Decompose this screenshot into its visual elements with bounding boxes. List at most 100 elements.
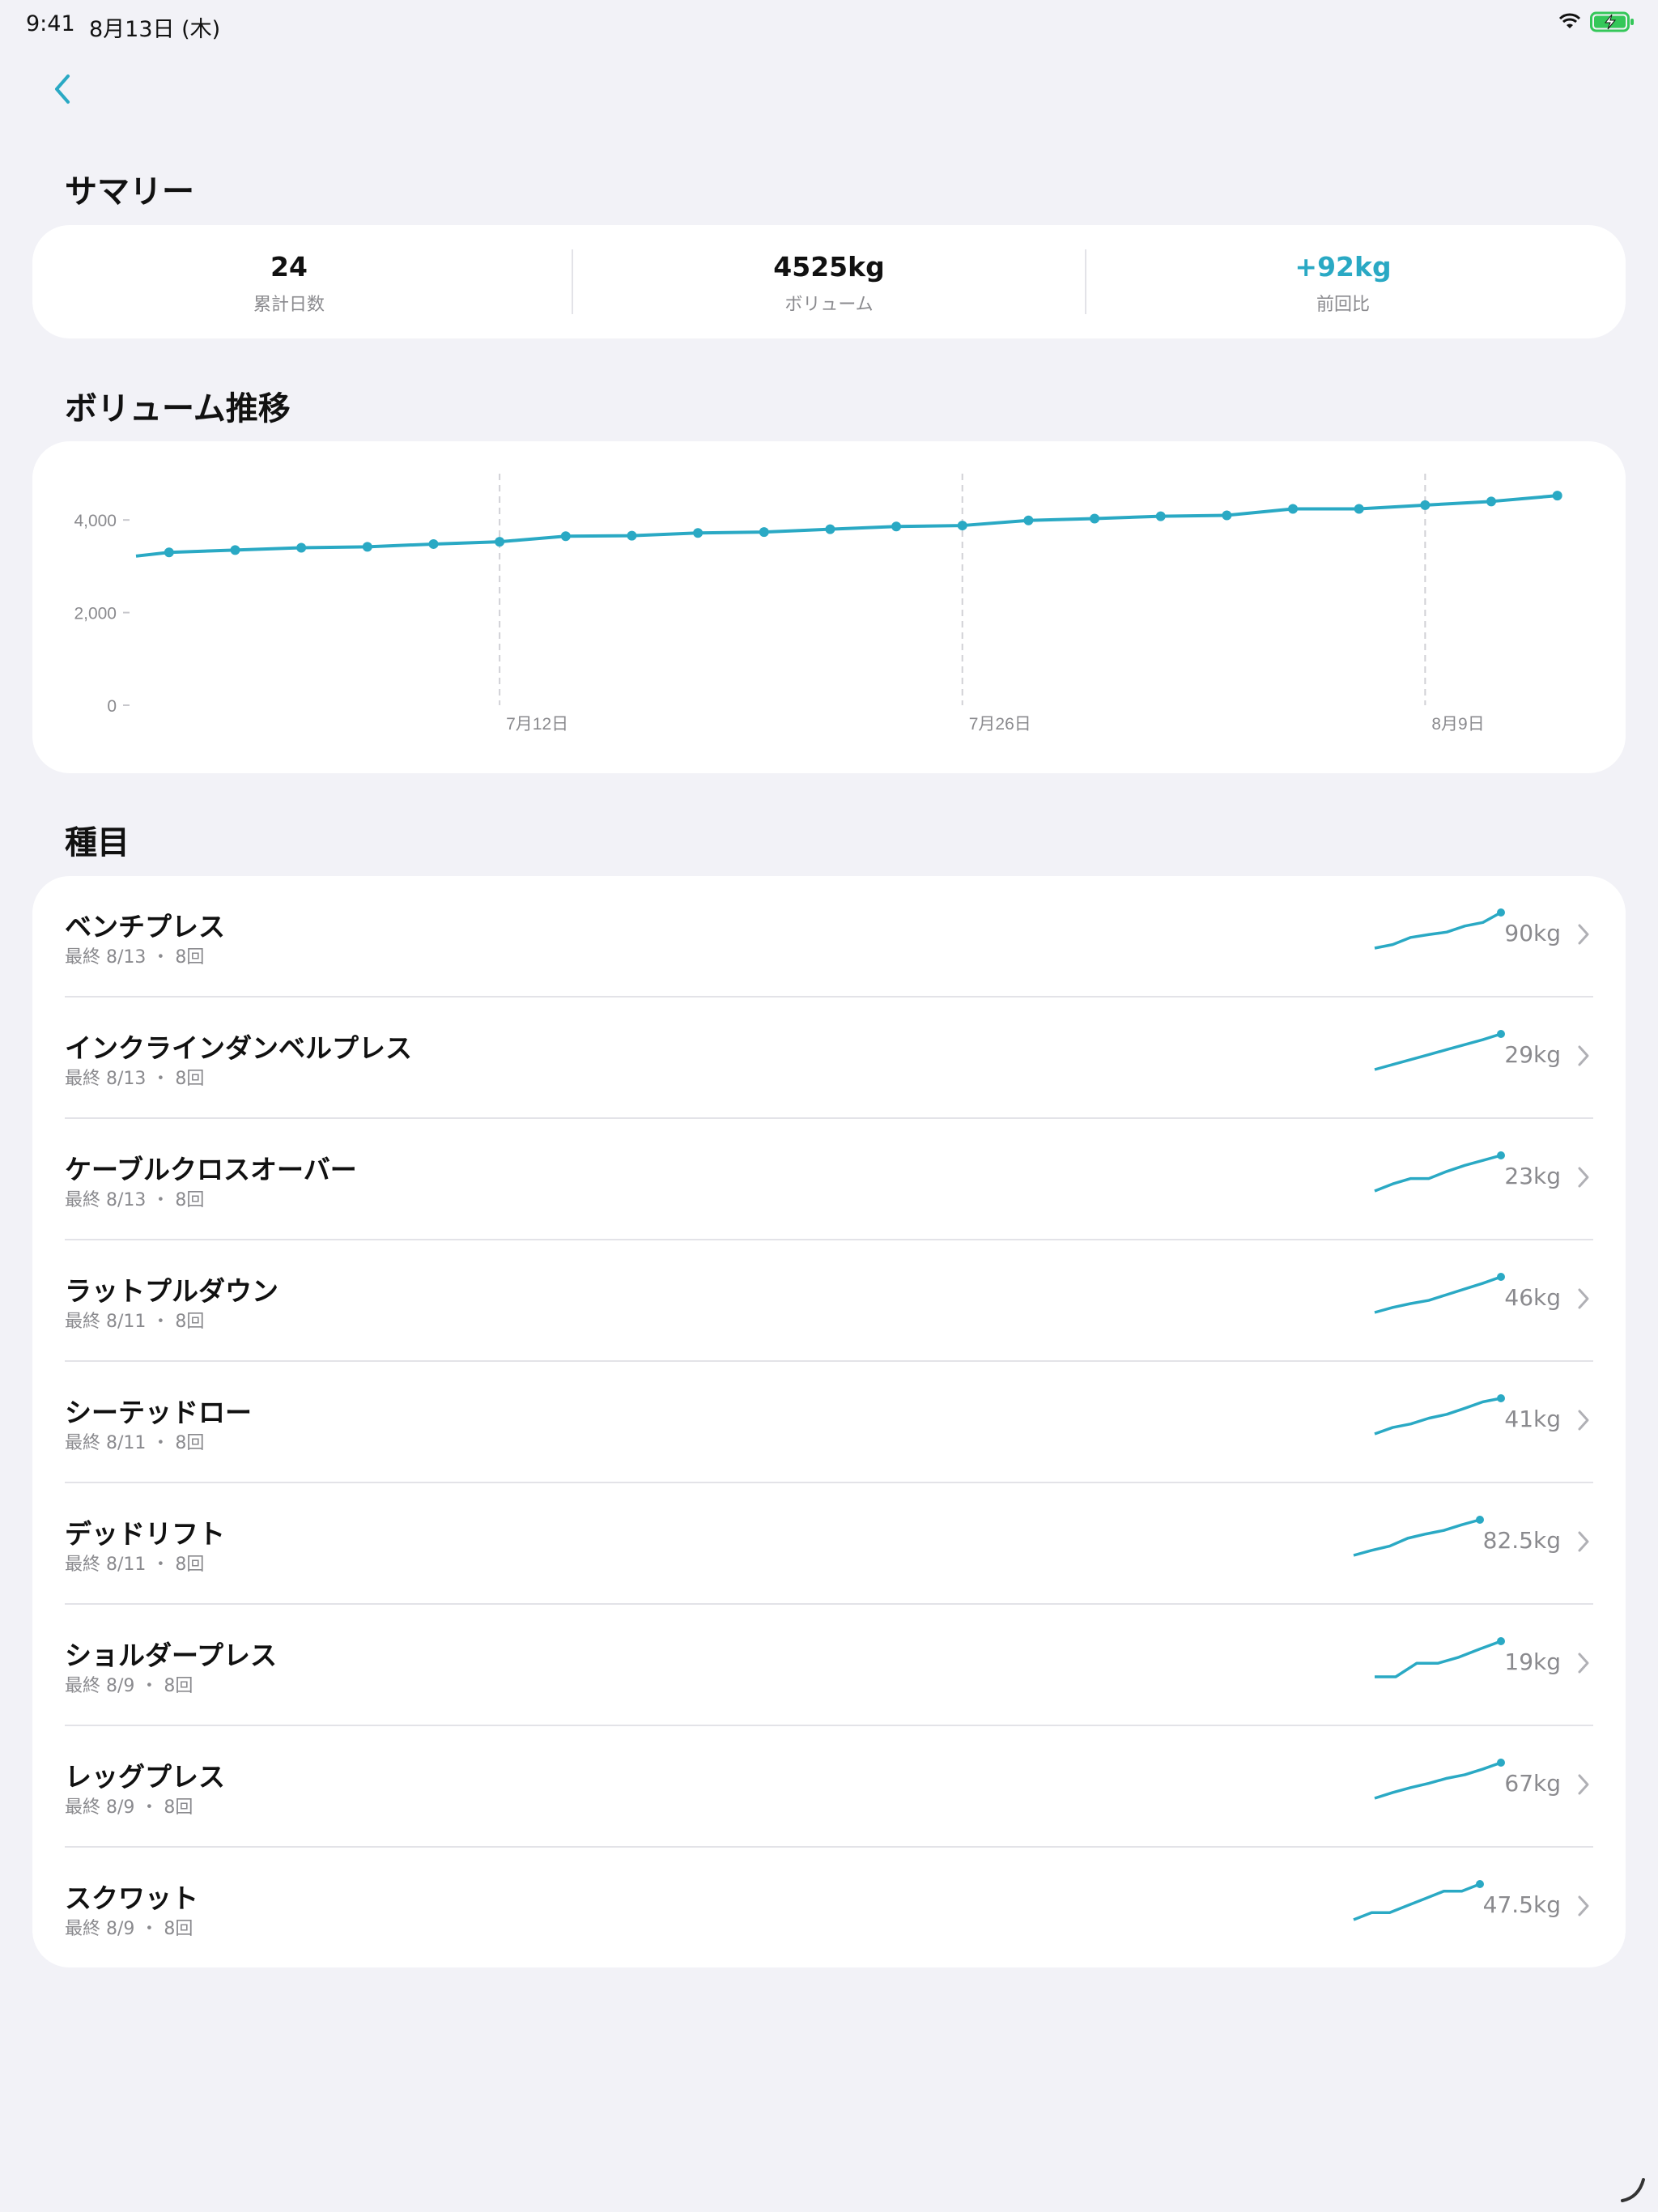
exercise-sparkline xyxy=(1375,1637,1505,1678)
sparkline-path xyxy=(1374,1154,1502,1193)
sparkline-endpoint xyxy=(1497,1759,1505,1767)
sparkline-endpoint xyxy=(1497,1030,1505,1038)
volume-data-point xyxy=(1288,504,1299,514)
exercise-weight: 19kg xyxy=(1504,1648,1561,1675)
volume-data-point xyxy=(891,521,902,532)
y-tick-label: 4,000 xyxy=(74,512,117,530)
battery-charging-icon xyxy=(1590,11,1634,32)
summary-volume: 4525kg ボリューム xyxy=(572,225,1086,338)
sparkline-path xyxy=(1353,1518,1481,1557)
volume-data-point xyxy=(825,524,835,534)
sparkline-endpoint xyxy=(1497,1394,1505,1402)
y-tick-label: 2,000 xyxy=(74,605,117,623)
exercise-name: シーテッドロー xyxy=(65,1397,252,1428)
exercise-name: ベンチプレス xyxy=(65,911,225,942)
exercise-row[interactable]: レッグプレス 最終 8/9 ・ 8回 67kg xyxy=(32,1726,1626,1848)
exercise-weight: 90kg xyxy=(1504,920,1561,946)
exercise-row[interactable]: シーテッドロー最終 8/11 ・ 8回 41kg xyxy=(32,1362,1626,1483)
exercise-sparkline xyxy=(1374,1030,1505,1071)
volume-data-point xyxy=(428,538,439,549)
exercise-name: レッグプレス xyxy=(65,1761,225,1793)
volume-data-point xyxy=(1155,511,1166,521)
summary-label: ボリューム xyxy=(784,295,874,315)
exercise-name: ケーブルクロスオーバー xyxy=(65,1154,357,1185)
exercise-row[interactable]: スクワット 最終 8/9 ・ 8回 47.5kg xyxy=(32,1848,1626,1969)
exercise-sparkline xyxy=(1353,1516,1484,1557)
summary-card: 24 累計日数 4525kg ボリューム +92kg 前回比 xyxy=(32,225,1626,338)
chevron-right-icon xyxy=(1578,1895,1589,1916)
exercise-name: インクラインダンベルプレス xyxy=(65,1032,412,1064)
exercise-name: スクワット xyxy=(65,1882,198,1914)
exercise-sparkline xyxy=(1374,1759,1505,1800)
sparkline-endpoint xyxy=(1497,1273,1505,1281)
volume-data-point xyxy=(957,521,967,531)
exercise-weight: 41kg xyxy=(1504,1406,1561,1432)
status-bar: 9:41 8月13日 (木) xyxy=(0,0,1658,52)
exercise-last-session: 最終 8/9 ・ 8回 xyxy=(65,1919,193,1939)
chevron-right-icon xyxy=(1578,1045,1589,1066)
sparkline-endpoint xyxy=(1476,1880,1484,1888)
exercise-sparkline xyxy=(1374,1151,1505,1193)
volume-title: ボリューム推移 xyxy=(65,390,291,428)
summary-label: 前回比 xyxy=(1316,295,1370,315)
exercise-row[interactable]: ベンチプレス最終 8/13 ・ 8回 90kg xyxy=(32,876,1626,998)
exercise-last-session: 最終 8/11 ・ 8回 xyxy=(65,1555,205,1575)
exercise-last-session: 最終 8/13 ・ 8回 xyxy=(65,1069,205,1089)
sparkline-endpoint xyxy=(1497,1151,1505,1159)
volume-data-point xyxy=(1420,500,1431,510)
exercise-sparkline xyxy=(1353,1880,1484,1921)
volume-data-point xyxy=(164,547,174,558)
sparkline-path xyxy=(1374,1275,1502,1314)
volume-data-point xyxy=(1090,513,1100,524)
status-date: 8月13日 (木) xyxy=(89,17,221,42)
volume-chart: 0 2,000 4,000 7月12日 7月26日 8月9日 xyxy=(74,474,1562,734)
exercise-sparkline xyxy=(1374,1273,1505,1314)
chevron-right-icon xyxy=(1578,1653,1589,1674)
chevron-right-icon xyxy=(1578,1531,1589,1552)
summary-value: 24 xyxy=(270,251,308,283)
sparkline-endpoint xyxy=(1497,908,1505,917)
x-tick-label: 8月9日 xyxy=(1431,715,1484,734)
exercise-last-session: 最終 8/11 ・ 8回 xyxy=(65,1312,205,1332)
x-tick-label: 7月26日 xyxy=(969,715,1031,734)
exercise-list: ベンチプレス 最終 8/13 ・ 8回 90kg インクラインダンベルプレス 最終 8/… xyxy=(32,876,1626,1967)
exercise-last-session: 最終 8/11 ・ 8回 xyxy=(65,1433,205,1453)
summary-change: +92kg 前回比 xyxy=(1086,225,1600,338)
exercise-row[interactable]: ショルダープレス 最終 8/9 ・ 8回 19kg xyxy=(32,1605,1626,1726)
wifi-icon xyxy=(1558,13,1581,28)
sparkline-path xyxy=(1374,1761,1502,1800)
exercise-sparkline xyxy=(1374,908,1505,950)
volume-data-point xyxy=(495,537,505,547)
sparkline-path xyxy=(1375,1640,1502,1678)
volume-data-point xyxy=(1486,496,1497,507)
volume-data-point xyxy=(759,527,769,538)
exercise-last-session: 最終 8/13 ・ 8回 xyxy=(65,947,205,968)
status-icons xyxy=(1558,11,1635,32)
sparkline-path xyxy=(1374,911,1502,950)
exercise-row[interactable]: ケーブルクロスオーバー 最終 8/13 ・ 8回 23kg xyxy=(32,1119,1626,1240)
back-button[interactable] xyxy=(47,71,79,107)
exercise-name: デッドリフト xyxy=(65,1518,225,1550)
exercise-weight: 46kg xyxy=(1504,1284,1561,1311)
chevron-right-icon xyxy=(1578,1410,1589,1431)
exercise-weight: 29kg xyxy=(1504,1041,1561,1068)
status-time: 9:41 xyxy=(26,11,75,36)
volume-data-point xyxy=(1354,504,1364,514)
exercise-row[interactable]: デッドリフト最終 8/11 ・ 8回 82.5kg xyxy=(32,1483,1626,1605)
volume-data-point xyxy=(362,542,372,552)
summary-value: 4525kg xyxy=(773,251,885,283)
sparkline-path xyxy=(1374,1032,1502,1071)
summary-label: 累計日数 xyxy=(253,295,325,315)
exercise-row[interactable]: ラットプルダウン 最終 8/11 ・ 8回 46kg xyxy=(32,1240,1626,1362)
sparkline-endpoint xyxy=(1497,1637,1505,1645)
exercise-weight: 82.5kg xyxy=(1482,1527,1561,1554)
volume-data-point xyxy=(560,531,571,542)
exercise-last-session: 最終 8/9 ・ 8回 xyxy=(65,1797,193,1818)
volume-data-point xyxy=(1222,510,1232,521)
volume-data-point xyxy=(1552,491,1562,501)
volume-data-point xyxy=(296,542,307,553)
scroll-indicator xyxy=(1621,2178,1645,2202)
exercise-sparkline xyxy=(1374,1394,1505,1436)
exercise-row[interactable]: インクラインダンベルプレス最終 8/13 ・ 8回 29kg xyxy=(32,998,1626,1119)
summary-total-days: 24 累計日数 xyxy=(32,225,546,338)
